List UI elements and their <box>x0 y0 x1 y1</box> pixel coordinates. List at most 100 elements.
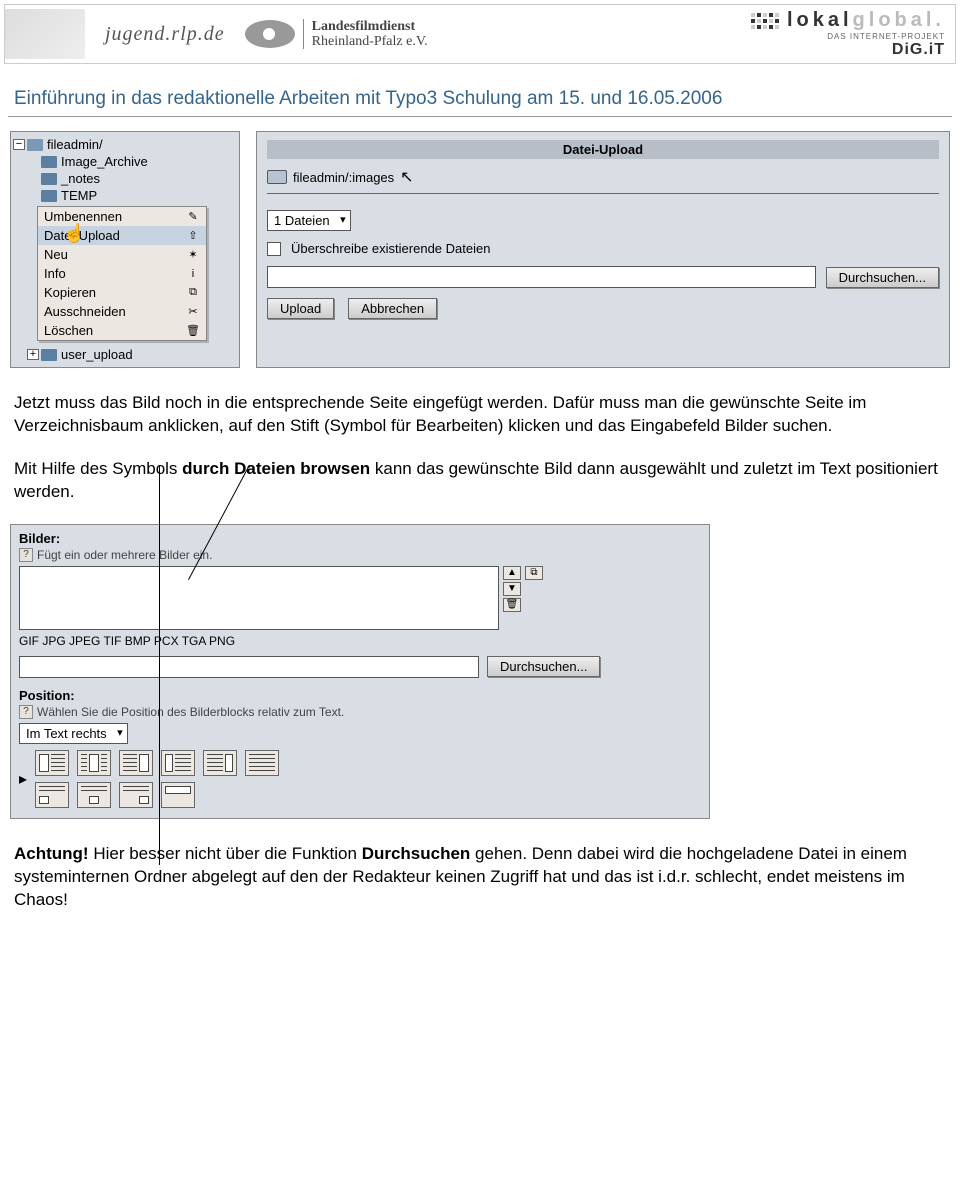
callout-line-1 <box>159 465 160 865</box>
bilder-hint: Fügt ein oder mehrere Bilder ein. <box>37 548 212 562</box>
tree-label: TEMP <box>59 188 97 203</box>
tree-item[interactable]: TEMP <box>13 187 237 204</box>
ctx-kopieren[interactable]: Kopieren ⧉ <box>38 283 206 302</box>
file-count-select[interactable]: 1 Dateien <box>267 210 351 231</box>
pos-opt-1[interactable] <box>35 750 69 776</box>
lokal-text: lokalglobal. <box>787 9 945 32</box>
upload-icon: ⇧ <box>186 229 200 243</box>
lfd-line2: Rheinland-Pfalz e.V. <box>312 34 428 49</box>
arrow-right-icon: ▸ <box>19 769 27 789</box>
folder-icon <box>41 173 57 185</box>
expand-icon[interactable]: + <box>27 349 39 360</box>
pos-opt-8[interactable] <box>77 782 111 808</box>
ctx-info[interactable]: Info i <box>38 264 206 283</box>
drive-icon <box>267 170 287 184</box>
ctx-label: Info <box>44 266 66 281</box>
position-hint-row: ? Wählen Sie die Position des Bilderbloc… <box>19 705 701 719</box>
info-icon: i <box>186 267 200 281</box>
tree-item[interactable]: + user_upload <box>13 346 237 363</box>
header-banner: jugend.rlp.de Landesfilmdienst Rheinland… <box>4 4 956 64</box>
lokal-word: lokal <box>787 9 853 31</box>
durchsuchen-bold: Durchsuchen <box>362 844 471 863</box>
ctx-label: Kopieren <box>44 285 96 300</box>
tree-item[interactable]: Image_Archive <box>13 153 237 170</box>
ctx-neu[interactable]: Neu ✶ <box>38 245 206 264</box>
file-count-row: 1 Dateien <box>267 210 939 231</box>
achtung-bold: Achtung! <box>14 844 89 863</box>
collapse-icon[interactable]: − <box>13 139 25 150</box>
position-select[interactable]: Im Text rechts <box>19 723 128 744</box>
tree-item[interactable]: _notes <box>13 170 237 187</box>
browse-button[interactable]: Durchsuchen... <box>826 267 939 288</box>
side-icons: ▲ ▼ 🗑 <box>503 566 521 630</box>
file-input-row: Durchsuchen... <box>267 266 939 288</box>
bilder-heading: Bilder: <box>19 531 701 546</box>
lokal-sub: DAS INTERNET-PROJEKT <box>751 32 945 41</box>
bilder-browse-row: Durchsuchen... <box>19 656 701 678</box>
page-title: Einführung in das redaktionelle Arbeiten… <box>8 68 952 117</box>
tree-panel: − fileadmin/ Image_Archive _notes TEMP U… <box>10 131 240 368</box>
folder-icon <box>41 156 57 168</box>
pos-opt-4[interactable] <box>161 750 195 776</box>
ctx-label: Neu <box>44 247 68 262</box>
pos-opt-9[interactable] <box>119 782 153 808</box>
folder-icon <box>41 190 57 202</box>
bilder-hint-row: ? Fügt ein oder mehrere Bilder ein. <box>19 548 701 562</box>
trash-icon: 🗑 <box>186 324 200 338</box>
folder-icon <box>41 349 57 361</box>
upload-button[interactable]: Upload <box>267 298 334 319</box>
browse-files-icon[interactable]: ⧉ <box>525 566 543 580</box>
tree-label: _notes <box>59 171 100 186</box>
position-hint: Wählen Sie die Position des Bilderblocks… <box>37 705 344 719</box>
move-down-icon[interactable]: ▼ <box>503 582 521 596</box>
help-icon[interactable]: ? <box>19 705 33 719</box>
paragraph-1: Jetzt muss das Bild noch in die entsprec… <box>14 392 946 438</box>
tree-root[interactable]: − fileadmin/ <box>13 136 237 153</box>
formats-text: GIF JPG JPEG TIF BMP PCX TGA PNG <box>19 634 701 648</box>
upload-panel: Datei-Upload fileadmin/:images ↖ 1 Datei… <box>256 131 950 368</box>
typo3-frame: − fileadmin/ Image_Archive _notes TEMP U… <box>10 131 950 368</box>
position-grid: ▸ <box>19 750 701 808</box>
ctx-label: Ausschneiden <box>44 304 126 319</box>
cut-icon: ✂ <box>186 305 200 319</box>
help-icon[interactable]: ? <box>19 548 33 562</box>
tree-root-label: fileadmin/ <box>45 137 103 152</box>
upload-panel-title: Datei-Upload <box>267 140 939 159</box>
pos-opt-6[interactable] <box>245 750 279 776</box>
ctx-ausschneiden[interactable]: Ausschneiden ✂ <box>38 302 206 321</box>
digit-text: DiG.iT <box>751 41 945 59</box>
move-up-icon[interactable]: ▲ <box>503 566 521 580</box>
pos-opt-2[interactable] <box>77 750 111 776</box>
pos-opt-5[interactable] <box>203 750 237 776</box>
ctx-loeschen[interactable]: Löschen 🗑 <box>38 321 206 340</box>
eye-icon <box>245 20 295 48</box>
tree-label: Image_Archive <box>59 154 148 169</box>
bilder-browse-button[interactable]: Durchsuchen... <box>487 656 600 677</box>
image-list-box[interactable] <box>19 566 499 630</box>
ctx-label: Umbenennen <box>44 209 122 224</box>
pos-opt-3[interactable] <box>119 750 153 776</box>
bilder-file-input[interactable] <box>19 656 479 678</box>
para3-part1: Hier besser nicht über die Funktion <box>89 844 362 863</box>
pos-opt-10[interactable] <box>161 782 195 808</box>
cancel-button[interactable]: Abbrechen <box>348 298 437 319</box>
overwrite-checkbox[interactable] <box>267 242 281 256</box>
path-row: fileadmin/:images ↖ <box>267 165 939 194</box>
file-path-input[interactable] <box>267 266 816 288</box>
delete-icon[interactable]: 🗑 <box>503 598 521 612</box>
jugend-text: jugend.rlp.de <box>105 23 225 46</box>
image-list-row: ▲ ▼ 🗑 ⧉ <box>19 566 701 630</box>
para2-part1: Mit Hilfe des Symbols <box>14 459 182 478</box>
paragraph-3: Achtung! Hier besser nicht über die Funk… <box>14 843 946 912</box>
ctx-label: Löschen <box>44 323 93 338</box>
bilder-panel: Bilder: ? Fügt ein oder mehrere Bilder e… <box>10 524 710 819</box>
global-word: global. <box>853 9 945 31</box>
position-heading: Position: <box>19 688 701 703</box>
rename-icon: ✎ <box>186 210 200 224</box>
copy-icon: ⧉ <box>186 286 200 300</box>
tree-label: user_upload <box>59 347 133 362</box>
new-icon: ✶ <box>186 248 200 262</box>
pos-opt-7[interactable] <box>35 782 69 808</box>
logo-lfd: Landesfilmdienst Rheinland-Pfalz e.V. <box>245 19 428 50</box>
overwrite-label: Überschreibe existierende Dateien <box>291 241 490 256</box>
